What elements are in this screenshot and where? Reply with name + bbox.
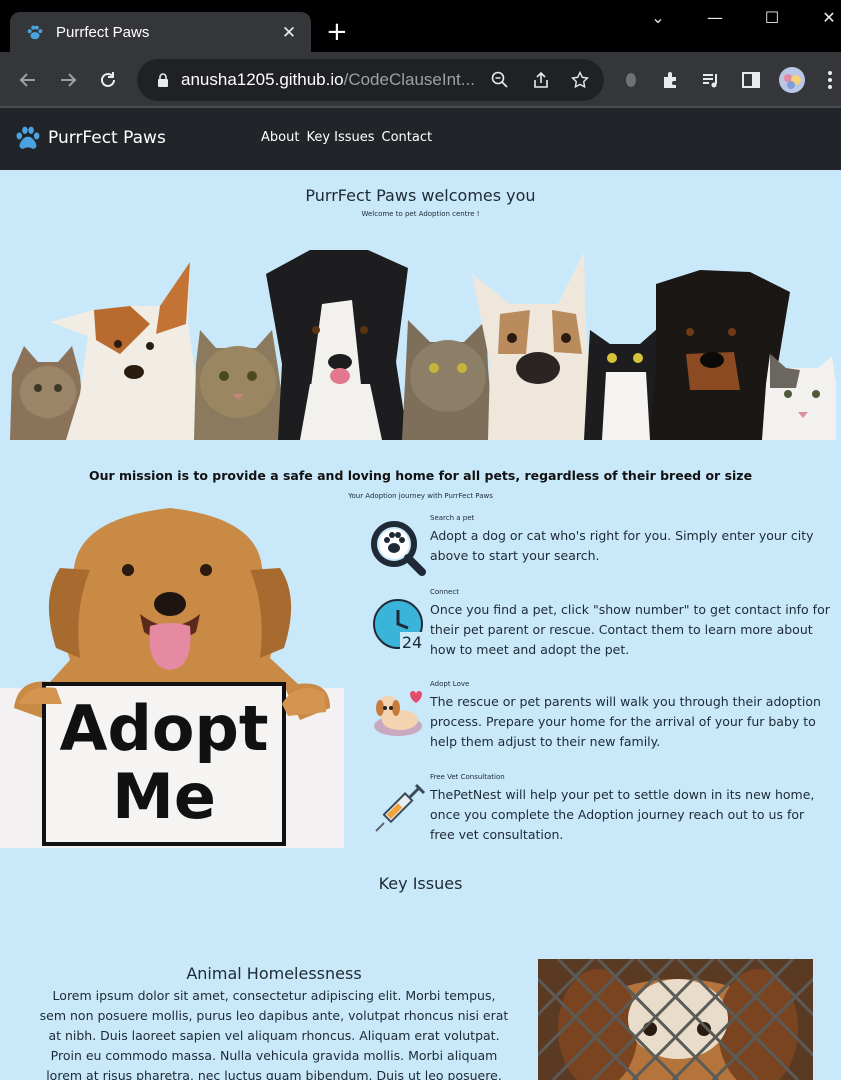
step-body: Once you find a pet, click "show number"… bbox=[430, 602, 830, 657]
menu-button[interactable] bbox=[818, 68, 841, 92]
profile-avatar[interactable] bbox=[778, 66, 806, 94]
reload-button[interactable] bbox=[96, 68, 120, 92]
arrow-right-icon bbox=[61, 73, 77, 87]
tab-title: Purrfect Paws bbox=[56, 24, 150, 41]
puzzle-icon bbox=[664, 72, 676, 88]
step-title: Connect bbox=[430, 588, 459, 596]
dog-behind-fence-image bbox=[538, 959, 813, 1080]
nav-link-key-issues[interactable]: Key Issues bbox=[306, 130, 374, 145]
paw-search-icon bbox=[371, 521, 426, 576]
page-content: PurrFect Paws welcomes you Welcome to pe… bbox=[0, 170, 841, 1080]
site-navbar: PurrFect Paws About Key Issues Contact bbox=[0, 108, 841, 170]
step-adopt-love: Adopt Love The rescue or pet parents wil… bbox=[370, 680, 830, 770]
hero-pets-image bbox=[10, 250, 836, 440]
nav-link-contact[interactable]: Contact bbox=[382, 130, 433, 145]
svg-text:24: 24 bbox=[402, 633, 422, 652]
cat-tabby-center bbox=[402, 320, 494, 440]
step-title: Adopt Love bbox=[430, 680, 470, 688]
cat-white-tabby-right bbox=[762, 354, 836, 440]
step-body: Adopt a dog or cat who's right for you. … bbox=[430, 528, 814, 563]
step-body: ThePetNest will help your pet to settle … bbox=[430, 787, 815, 842]
maximize-button[interactable]: ☐ bbox=[757, 8, 787, 27]
url-host: anusha1205.github.io bbox=[181, 70, 344, 89]
back-button[interactable] bbox=[16, 68, 40, 92]
nav-links: About Key Issues Contact bbox=[261, 130, 432, 145]
extension-mic-icon bbox=[626, 73, 636, 87]
syringe-icon bbox=[375, 783, 426, 832]
tab-close-icon[interactable]: ✕ bbox=[279, 23, 299, 43]
welcome-title: PurrFect Paws welcomes you bbox=[305, 186, 536, 205]
side-panel-icon bbox=[742, 72, 760, 88]
extensions-button[interactable] bbox=[659, 68, 683, 92]
step-title: Search a pet bbox=[430, 514, 475, 522]
arrow-left-icon bbox=[19, 73, 35, 87]
step-title: Free Vet Consultation bbox=[430, 773, 505, 781]
new-tab-button[interactable]: + bbox=[326, 18, 348, 46]
paw-icon bbox=[16, 126, 40, 149]
paw-icon bbox=[27, 25, 43, 39]
adopt-me-dog-image: Adopt Me bbox=[0, 508, 344, 848]
playlist-icon bbox=[703, 74, 717, 88]
url-path: /CodeClauseInt... bbox=[343, 70, 475, 89]
dog-border-collie bbox=[266, 250, 408, 440]
minimize-button[interactable]: — bbox=[700, 8, 730, 27]
issue-body: Lorem ipsum dolor sit amet, consectetur … bbox=[39, 988, 509, 1080]
puppy-love-icon bbox=[374, 691, 422, 736]
welcome-subtitle: Welcome to pet Adoption centre ! bbox=[361, 210, 480, 218]
forward-button[interactable] bbox=[56, 68, 80, 92]
reload-icon bbox=[101, 72, 115, 87]
clock-24-icon: 24 bbox=[373, 599, 424, 652]
browser-toolbar: anusha1205.github.io/CodeClauseInt... bbox=[0, 52, 841, 108]
sign-text-adopt: Adopt bbox=[60, 692, 269, 765]
cat-tabby bbox=[194, 330, 288, 440]
issue-title: Animal Homelessness bbox=[186, 964, 362, 983]
share-icon[interactable] bbox=[532, 71, 550, 89]
step-body: The rescue or pet parents will walk you … bbox=[430, 694, 821, 749]
avatar-icon bbox=[779, 67, 805, 93]
address-bar[interactable]: anusha1205.github.io/CodeClauseInt... bbox=[137, 59, 604, 101]
mission-title: Our mission is to provide a safe and lov… bbox=[88, 468, 753, 483]
side-panel-button[interactable] bbox=[739, 68, 763, 92]
extension-button[interactable] bbox=[619, 68, 643, 92]
close-window-button[interactable]: ✕ bbox=[814, 8, 841, 27]
lock-icon bbox=[158, 73, 168, 87]
zoom-icon[interactable] bbox=[491, 71, 509, 89]
nav-link-about[interactable]: About bbox=[261, 130, 299, 145]
star-icon[interactable] bbox=[571, 71, 589, 89]
url-text: anusha1205.github.io/CodeClauseInt... bbox=[181, 70, 483, 90]
browser-tab-bar: Purrfect Paws ✕ + ⌄ — ☐ ✕ bbox=[0, 0, 841, 53]
more-vert-icon bbox=[828, 71, 832, 89]
browser-tab[interactable]: Purrfect Paws ✕ bbox=[10, 12, 311, 53]
brand[interactable]: PurrFect Paws bbox=[14, 124, 166, 152]
step-free-vet: Free Vet Consultation ThePetNest will he… bbox=[370, 773, 830, 863]
sign-text-me: Me bbox=[112, 760, 216, 833]
mission-subtitle: Your Adoption journey with PurrFect Paws bbox=[348, 492, 493, 500]
window-chevron-icon[interactable]: ⌄ bbox=[643, 8, 673, 27]
step-connect: 24 Connect Once you find a pet, click "s… bbox=[370, 588, 830, 678]
step-search-pet: Search a pet Adopt a dog or cat who's ri… bbox=[370, 514, 830, 594]
dog-french-bulldog bbox=[472, 252, 598, 440]
media-button[interactable] bbox=[699, 68, 723, 92]
brand-name: PurrFect Paws bbox=[48, 128, 166, 148]
key-issues-heading: Key Issues bbox=[378, 874, 463, 893]
